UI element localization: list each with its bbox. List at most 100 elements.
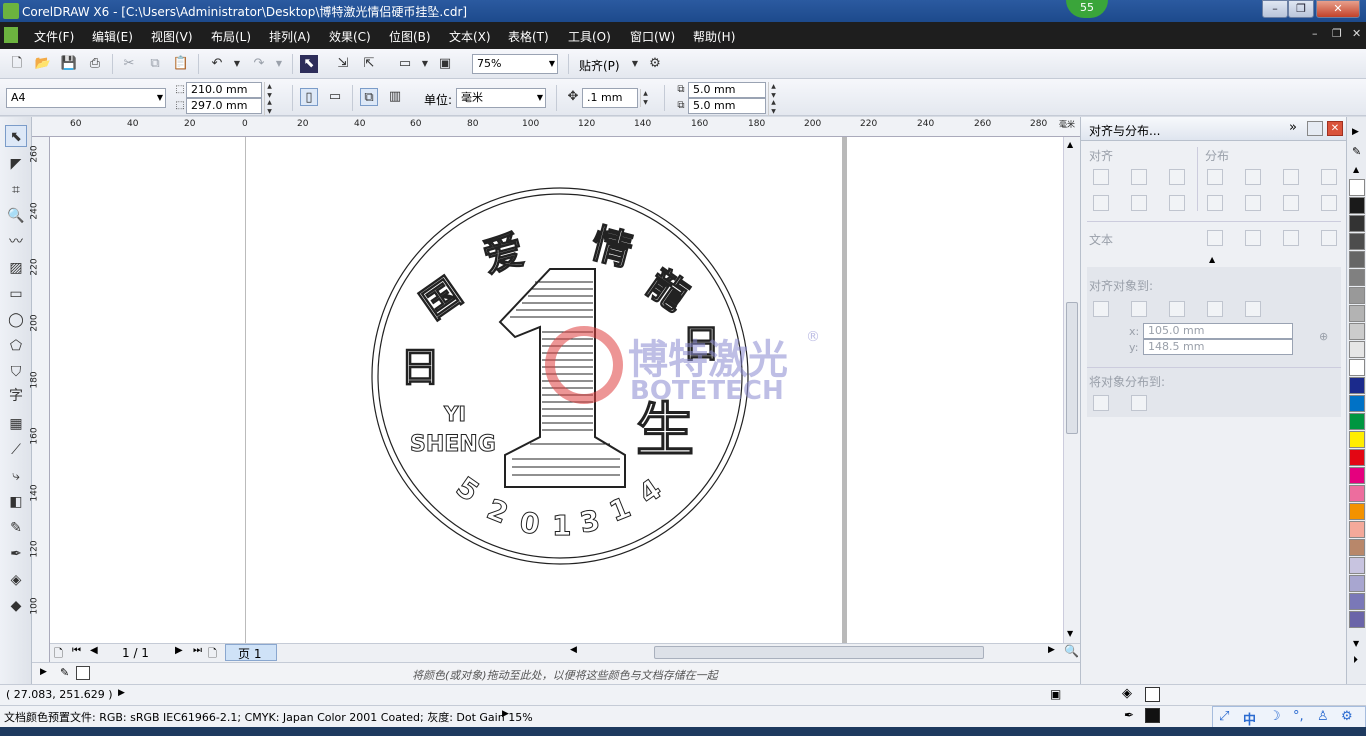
distribute-left-icon[interactable]	[1207, 169, 1223, 185]
distribute-v-spacing-icon[interactable]	[1283, 195, 1299, 211]
color-swatch[interactable]	[1349, 377, 1365, 394]
undo-icon[interactable]: ↶	[208, 55, 226, 73]
copy-icon[interactable]: ⧉	[146, 55, 164, 73]
nudge-distance-input[interactable]: .1 mm	[582, 88, 638, 108]
all-pages-icon[interactable]: ⧉	[360, 88, 378, 106]
ime-halfwidth-icon[interactable]: ☽	[1269, 709, 1281, 724]
color-swatch[interactable]	[1349, 215, 1365, 232]
paste-icon[interactable]: 📋	[172, 55, 190, 73]
scroll-left-icon[interactable]: ◀	[570, 645, 577, 655]
next-page-icon[interactable]: ▶	[175, 645, 183, 656]
restore-button[interactable]: ❐	[1288, 0, 1314, 18]
color-swatch[interactable]	[1349, 539, 1365, 556]
distribute-spacing-icon[interactable]	[1283, 169, 1299, 185]
palette-eyedropper-icon[interactable]: ✎	[1352, 145, 1361, 158]
horizontal-ruler[interactable]: 60 40 20 0 20 40 60 80 100 120 140 160 1…	[32, 117, 1080, 137]
page-size-select[interactable]: A4 ▼	[6, 88, 166, 108]
save-icon[interactable]: 💾	[60, 55, 78, 73]
app-launcher-dropdown-icon[interactable]: ▼	[416, 55, 434, 73]
color-swatch[interactable]	[1349, 341, 1365, 358]
doc-close-icon[interactable]: ✕	[1352, 27, 1361, 40]
current-page-icon[interactable]: ▥	[386, 88, 404, 106]
distribute-bottom-icon[interactable]	[1321, 195, 1337, 211]
color-swatch[interactable]	[1349, 287, 1365, 304]
menu-window[interactable]: 窗口(W)	[630, 28, 675, 45]
vertical-scroll-thumb[interactable]	[1066, 302, 1078, 434]
undo-dropdown-icon[interactable]: ▼	[228, 55, 246, 73]
align-to-page-center-icon[interactable]	[1169, 301, 1185, 317]
color-swatch[interactable]	[1349, 431, 1365, 448]
distribute-top-icon[interactable]	[1207, 195, 1223, 211]
ime-punctuation-icon[interactable]: °,	[1293, 709, 1304, 724]
pick-tool-icon[interactable]: ⬉	[5, 125, 27, 147]
color-swatch[interactable]	[1349, 197, 1365, 214]
snap-dropdown-icon[interactable]: ▼	[626, 55, 644, 73]
color-swatch[interactable]	[1349, 269, 1365, 286]
align-x-input[interactable]: 105.0 mm	[1143, 323, 1293, 339]
color-swatch[interactable]	[1349, 413, 1365, 430]
floating-badge[interactable]: 55	[1066, 0, 1108, 18]
doc-minimize-icon[interactable]: –	[1312, 27, 1318, 40]
zoom-level-select[interactable]: 75% ▼	[472, 54, 558, 74]
scroll-right-icon[interactable]: ▶	[1048, 645, 1055, 655]
redo-icon[interactable]: ↷	[250, 55, 268, 73]
menu-tools[interactable]: 工具(O)	[568, 28, 611, 45]
vertical-ruler[interactable]: 260 240 220 200 180 160 140 120 100	[30, 137, 50, 662]
align-center-h-icon[interactable]	[1131, 169, 1147, 185]
collapse-icon[interactable]: ▲	[1209, 255, 1215, 264]
palette-flyout-icon[interactable]: ▶	[1352, 127, 1359, 137]
color-swatch[interactable]	[1349, 467, 1365, 484]
interactive-fill-tool-icon[interactable]: ◆	[5, 595, 27, 617]
scroll-down-icon[interactable]: ▼	[1067, 629, 1073, 638]
outline-color-swatch[interactable]	[1145, 708, 1160, 723]
color-swatch[interactable]	[1349, 323, 1365, 340]
outline-indicator-icon[interactable]: ✒	[1124, 708, 1134, 722]
text-last-line-icon[interactable]	[1245, 230, 1261, 246]
polygon-tool-icon[interactable]: ⬠	[5, 335, 27, 357]
import-icon[interactable]: ⇲	[334, 55, 352, 73]
ime-language[interactable]: 中	[1243, 709, 1256, 728]
first-page-icon[interactable]: ⏮	[72, 645, 81, 656]
coin-drawing[interactable]: 国 爱 情 龍 日 日 生 YI SHENG 5 2 0 1 3 1 4 博特激…	[50, 137, 1063, 643]
height-spinner[interactable]: ▲ ▼	[264, 98, 274, 116]
search-content-icon[interactable]: ⬉	[300, 55, 318, 73]
align-left-icon[interactable]	[1093, 169, 1109, 185]
color-profile-text[interactable]: 文档颜色预置文件: RGB: sRGB IEC61966-2.1; CMYK: …	[4, 709, 533, 725]
align-to-point-icon[interactable]	[1245, 301, 1261, 317]
color-swatch[interactable]	[1349, 575, 1365, 592]
align-top-icon[interactable]	[1093, 195, 1109, 211]
doc-restore-icon[interactable]: ❐	[1332, 27, 1342, 40]
last-page-icon[interactable]: ⏭	[193, 645, 202, 656]
fill-none-swatch[interactable]	[1145, 687, 1160, 702]
connector-tool-icon[interactable]: ⤷	[5, 465, 27, 487]
ime-switch-icon[interactable]: ⤢	[1219, 709, 1229, 724]
distribute-right-icon[interactable]	[1321, 169, 1337, 185]
ime-settings-icon[interactable]: ⚙	[1341, 709, 1353, 724]
menu-bitmaps[interactable]: 位图(B)	[389, 28, 431, 45]
docker-expand-icon[interactable]: »	[1289, 120, 1297, 135]
minimize-button[interactable]: –	[1262, 0, 1288, 18]
landscape-icon[interactable]: ▭	[326, 88, 344, 106]
palette-scroll-up-icon[interactable]: ▲	[1353, 165, 1359, 174]
table-tool-icon[interactable]: ▦	[5, 413, 27, 435]
no-color-swatch[interactable]	[76, 666, 90, 680]
eyedropper-tool-icon[interactable]: ✎	[5, 517, 27, 539]
rectangle-tool-icon[interactable]: ▭	[5, 283, 27, 305]
color-swatch[interactable]	[1349, 233, 1365, 250]
color-swatch[interactable]	[1349, 359, 1365, 376]
basic-shapes-tool-icon[interactable]: ⛉	[5, 361, 27, 383]
color-swatch[interactable]	[1349, 521, 1365, 538]
align-bottom-icon[interactable]	[1169, 195, 1185, 211]
distribute-middle-icon[interactable]	[1245, 195, 1261, 211]
zoom-navigator-icon[interactable]: 🔍	[1064, 644, 1079, 658]
freehand-tool-icon[interactable]: 〰	[5, 231, 27, 253]
menu-arrange[interactable]: 排列(A)	[269, 28, 311, 45]
profile-expand-icon[interactable]: ▶	[502, 709, 509, 719]
color-swatch[interactable]	[1349, 251, 1365, 268]
menu-edit[interactable]: 编辑(E)	[92, 28, 133, 45]
options-icon[interactable]: ⚙	[646, 55, 664, 73]
no-fill-swatch[interactable]	[1349, 179, 1365, 196]
docker-close-button[interactable]: ✕	[1327, 121, 1343, 136]
menu-text[interactable]: 文本(X)	[449, 28, 491, 45]
eyedropper-icon[interactable]: ✎	[60, 666, 69, 679]
